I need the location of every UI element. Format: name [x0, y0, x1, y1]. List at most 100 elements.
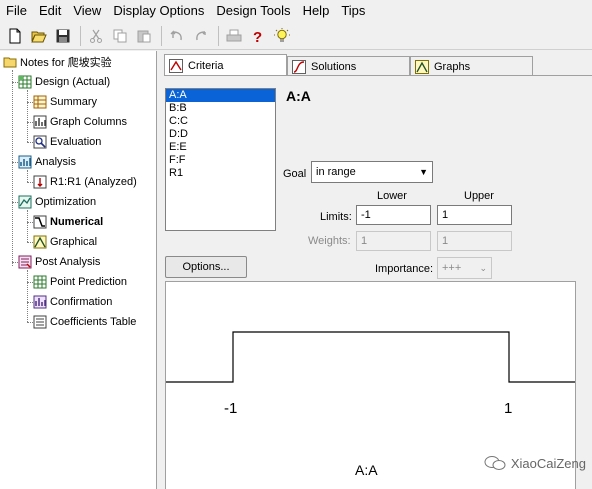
- tab-criteria[interactable]: Criteria: [164, 54, 287, 76]
- tree-item-label: Numerical: [50, 216, 104, 228]
- importance-select[interactable]: +++ ⌄: [437, 257, 492, 279]
- tree-connector: [27, 170, 28, 182]
- tab-graphs[interactable]: Graphs: [410, 56, 533, 76]
- factor-list-item[interactable]: R1: [166, 167, 275, 180]
- menu-help[interactable]: Help: [297, 0, 336, 22]
- tab-solutions-label: Solutions: [311, 60, 357, 73]
- chevron-down-icon: ▼: [419, 167, 428, 177]
- tree-item-graph-columns[interactable]: Graph Columns: [33, 113, 127, 131]
- menu-edit[interactable]: Edit: [33, 0, 67, 22]
- open-icon[interactable]: [28, 25, 50, 47]
- tree-item-analysis[interactable]: Analysis: [18, 153, 76, 171]
- goal-select[interactable]: in range ▼: [311, 161, 433, 183]
- factor-list-item[interactable]: F:F: [166, 154, 275, 167]
- wechat-icon: [484, 456, 506, 470]
- watermark-text: XiaoCaiZeng: [510, 455, 586, 471]
- save-icon[interactable]: [52, 25, 74, 47]
- tree-item-graphical[interactable]: Graphical: [33, 233, 97, 251]
- tree-item-design[interactable]: Design (Actual): [18, 73, 110, 91]
- lower-limit-input[interactable]: -1: [356, 205, 431, 225]
- tree-item-evaluation[interactable]: Evaluation: [33, 133, 101, 151]
- lower-weight-input[interactable]: 1: [356, 231, 431, 251]
- options-button[interactable]: Options...: [165, 256, 247, 278]
- upper-header: Upper: [464, 190, 494, 202]
- limits-label: Limits:: [320, 211, 352, 223]
- toolbar-separator: [80, 25, 81, 46]
- importance-value: +++: [442, 262, 462, 274]
- factor-list-item[interactable]: A:A: [166, 89, 275, 102]
- tree-item-numerical[interactable]: Numerical: [33, 213, 103, 231]
- help-icon[interactable]: ?: [247, 25, 269, 47]
- tree-item-label: Confirmation: [50, 296, 113, 308]
- tree-item-summary[interactable]: Summary: [33, 93, 97, 111]
- navigation-tree: Notes for 爬坡实验 Design (Actual) Summary G…: [0, 51, 157, 489]
- goal-label: Goal: [283, 168, 307, 180]
- tree-item-label: Graph Columns: [50, 116, 128, 128]
- goal-value: in range: [316, 166, 356, 178]
- menu-bar: File Edit View Display Options Design To…: [0, 0, 592, 22]
- weights-label: Weights:: [308, 235, 351, 247]
- upper-limit-input[interactable]: 1: [437, 205, 512, 225]
- paste-icon[interactable]: [133, 25, 155, 47]
- response-icon: [33, 175, 47, 189]
- tree-item-coefficients-table[interactable]: Coefficients Table: [33, 313, 136, 331]
- cut-icon[interactable]: [85, 25, 107, 47]
- selected-factor-title: A:A: [286, 88, 311, 104]
- tree-item-label: Analysis: [35, 156, 76, 168]
- tree-item-root[interactable]: Notes for 爬坡实验: [3, 53, 112, 71]
- menu-view[interactable]: View: [67, 0, 107, 22]
- print-icon[interactable]: [223, 25, 245, 47]
- factor-list-item[interactable]: E:E: [166, 141, 275, 154]
- tree-item-label: Notes for 爬坡实验: [20, 57, 112, 69]
- numerical-optimization-icon: [33, 215, 47, 229]
- tree-item-label: Graphical: [50, 236, 98, 248]
- tree-connector: [12, 70, 13, 266]
- tree-item-label: Point Prediction: [50, 276, 128, 288]
- magnifier-icon: [33, 135, 47, 149]
- folder-icon: [3, 57, 17, 68]
- toolbar: ?: [0, 22, 592, 50]
- factor-list-item[interactable]: D:D: [166, 128, 275, 141]
- factor-list-item[interactable]: B:B: [166, 102, 275, 115]
- tree-item-label: Optimization: [35, 196, 97, 208]
- menu-design-tools[interactable]: Design Tools: [210, 0, 296, 22]
- redo-icon[interactable]: [190, 25, 212, 47]
- tree-item-confirmation[interactable]: Confirmation: [33, 293, 112, 311]
- tree-item-optimization[interactable]: Optimization: [18, 193, 96, 211]
- desirability-line: [166, 331, 575, 383]
- tree-item-label: R1:R1 (Analyzed): [50, 176, 137, 188]
- menu-display-options[interactable]: Display Options: [107, 0, 210, 22]
- copy-icon[interactable]: [109, 25, 131, 47]
- tree-connector: [27, 210, 28, 242]
- new-icon[interactable]: [4, 25, 26, 47]
- tree-item-post-analysis[interactable]: Post Analysis: [18, 253, 100, 271]
- tab-strip: Criteria Solutions Graphs: [164, 54, 533, 76]
- menu-tips[interactable]: Tips: [335, 0, 371, 22]
- lower-header: Lower: [377, 190, 407, 202]
- menu-file[interactable]: File: [0, 0, 33, 22]
- tree-item-label: Coefficients Table: [50, 316, 137, 328]
- undo-icon[interactable]: [166, 25, 188, 47]
- summary-table-icon: [33, 95, 47, 109]
- chevron-down-icon: ⌄: [479, 263, 487, 273]
- solutions-icon: [292, 59, 306, 74]
- tree-item-point-prediction[interactable]: Point Prediction: [33, 273, 127, 291]
- optimization-icon: [18, 195, 32, 209]
- importance-label: Importance:: [375, 263, 434, 275]
- factor-list-item[interactable]: C:C: [166, 115, 275, 128]
- tree-item-label: Summary: [50, 96, 98, 108]
- upper-weight-input[interactable]: 1: [437, 231, 512, 251]
- tree-connector: [27, 270, 28, 322]
- tree-connector: [27, 90, 28, 142]
- tab-solutions[interactable]: Solutions: [287, 56, 410, 76]
- design-grid-icon: [18, 75, 32, 89]
- tip-bulb-icon[interactable]: [271, 25, 293, 47]
- criteria-panel: Criteria Solutions Graphs A:A B:B C:C D:…: [160, 51, 592, 489]
- confirmation-icon: [33, 295, 47, 309]
- tree-item-label: Design (Actual): [35, 76, 111, 88]
- graph-x-label: A:A: [355, 462, 378, 478]
- criteria-tab-content: A:A B:B C:C D:D E:E F:F R1 A:A Goal in r…: [164, 75, 592, 489]
- factor-list[interactable]: A:A B:B C:C D:D E:E F:F R1: [165, 88, 276, 231]
- tree-item-r1[interactable]: R1:R1 (Analyzed): [33, 173, 137, 191]
- coefficients-table-icon: [33, 315, 47, 329]
